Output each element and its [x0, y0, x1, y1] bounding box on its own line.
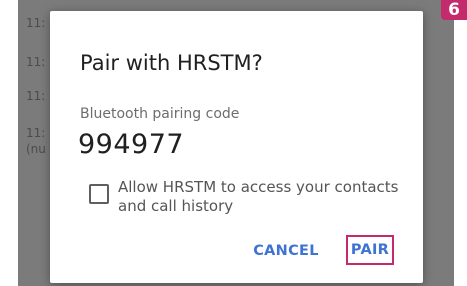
background-text-line: 11: [26, 55, 46, 69]
background-text-line: 11: [26, 89, 46, 103]
pair-button[interactable]: PAIR [346, 235, 394, 265]
step-number-badge: 6 [441, 0, 467, 20]
background-text-line: 11: [26, 126, 46, 140]
pairing-dialog: Pair with HRSTM? Bluetooth pairing code … [50, 11, 423, 283]
dialog-title: Pair with HRSTM? [80, 51, 263, 75]
cancel-button[interactable]: CANCEL [246, 238, 326, 264]
pairing-code-label: Bluetooth pairing code [80, 106, 240, 122]
background-text-line: 11: [26, 16, 46, 30]
contacts-access-checkbox[interactable] [89, 184, 109, 204]
pairing-code-value: 994977 [78, 129, 185, 160]
background-text-line: (nu [26, 142, 46, 156]
contacts-access-label[interactable]: Allow HRSTM to access your contacts and … [118, 178, 418, 216]
